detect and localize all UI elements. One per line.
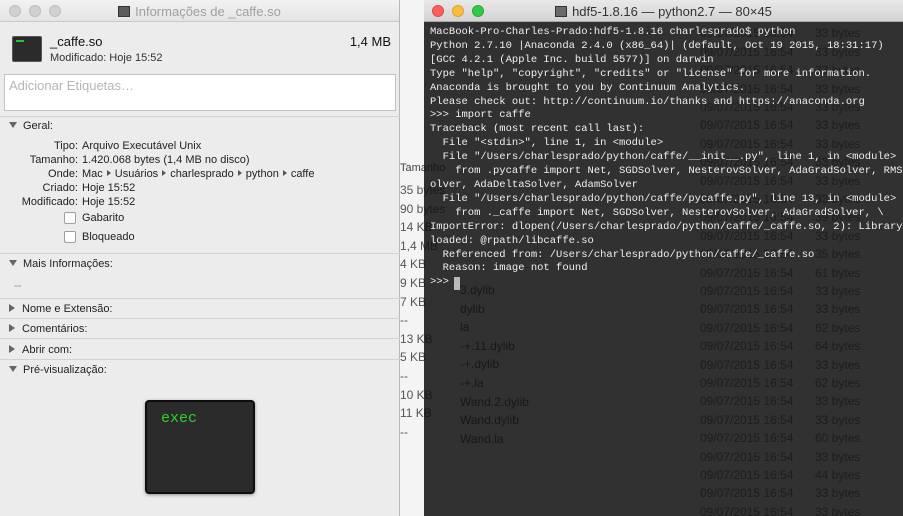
terminal-title-text: hdf5-1.8.16 — python2.7 — 80×45 [572,4,772,19]
criado-label: Criado: [42,182,78,194]
finder-cell: 4 KB [400,257,427,272]
disclosure-closed-icon[interactable] [9,304,15,312]
disclosure-open-icon[interactable] [9,366,17,372]
tamanho-label: Tamanho: [29,154,78,166]
terminal-line: Traceback (most recent call last): [430,123,645,136]
terminal-window[interactable]: hdf5-1.8.16 — python2.7 — 80×45 MacBook-… [424,0,903,516]
terminal-line: Python 2.7.10 |Anaconda 2.4.0 (x86_64)| … [430,39,884,52]
finder-cell: 7 KB [400,294,427,309]
finder-cell: 9 KB [400,276,427,290]
file-size: 1,4 MB [349,34,391,49]
terminal-titlebar[interactable]: hdf5-1.8.16 — python2.7 — 80×45 [424,0,903,22]
mais-value: -- [14,280,22,292]
section-comentarios-title: Comentários: [22,323,88,335]
section-mais-title: Mais Informações: [23,258,113,270]
tipo-value: Arquivo Executável Unix [82,140,202,152]
divider [0,318,400,319]
text-cursor [454,277,460,290]
disclosure-open-icon[interactable] [9,122,17,128]
section-abrir-title: Abrir com: [22,344,73,356]
window-title-text: Informações de _caffe.so [135,4,281,19]
terminal-line: File "/Users/charlesprado/python/caffe/p… [430,192,897,205]
gabarito-checkbox[interactable] [64,212,76,224]
gabarito-label[interactable]: Gabarito [82,212,124,224]
row-tamanho: Tamanho: 1.420.068 bytes (1,4 MB no disc… [0,154,400,168]
row-modificado: Modificado: Hoje 15:52 [0,196,400,210]
terminal-line: Reason: image not found [430,262,588,275]
terminal-line: ImportError: dlopen(/Users/charlesprado/… [430,220,903,233]
terminal-line: olver, AdaDeltaSolver, AdamSolver [430,178,638,191]
path-item[interactable]: charlesprado [170,168,234,180]
chevron-right-icon [237,170,242,176]
terminal-output[interactable]: MacBook-Pro-Charles-Prado:hdf5-1.8.16 ch… [430,26,903,290]
disclosure-closed-icon[interactable] [9,324,15,332]
terminal-line: File "<stdin>", line 1, in <module> [430,137,664,150]
terminal-line: MacBook-Pro-Charles-Prado:hdf5-1.8.16 ch… [430,26,796,38]
finder-cell: -- [400,424,408,439]
terminal-line: Please check out: http://continuum.io/th… [430,95,865,108]
divider [0,338,400,339]
terminal-line: from .pycaffe import Net, SGDSolver, Nes… [430,165,903,178]
terminal-line: Anaconda is brought to you by Continuum … [430,81,746,94]
info-titlebar[interactable]: Informações de _caffe.so [0,0,399,22]
divider [0,116,400,117]
section-nome-title: Nome e Extensão: [22,303,113,315]
divider [0,298,400,299]
bloqueado-label[interactable]: Bloqueado [82,231,135,243]
criado-value: Hoje 15:52 [82,182,136,194]
path-item[interactable]: Usuários [115,168,158,180]
file-name: _caffe.so [50,34,103,49]
chevron-right-icon [106,170,111,176]
chevron-right-icon [162,170,167,176]
folder-icon [555,6,568,17]
modificado-value: Hoje 15:52 [82,196,136,208]
terminal-line: [GCC 4.2.1 (Apple Inc. build 5577)] on d… [430,53,714,66]
finder-cell: -- [400,369,408,383]
finder-cell: -- [400,313,408,328]
terminal-line: loaded: @rpath/libcaffe.so [430,234,594,247]
finder-cell: 5 KB [400,350,427,365]
path-item[interactable]: python [246,168,279,180]
terminal-line: >>> [430,276,456,289]
row-mais-value: -- [0,280,400,294]
divider [0,359,400,360]
chevron-right-icon [282,170,287,176]
terminal-line: Type "help", "copyright", "credits" or "… [430,67,872,80]
row-onde: Onde: Mac Usuários charlesprado python caffe [0,168,400,182]
preview-thumbnail: exec [145,400,255,494]
terminal-line: Referenced from: /Users/charlesprado/pyt… [430,248,815,261]
file-modified: Modificado: Hoje 15:52 [50,52,163,64]
tamanho-value: 1.420.068 bytes (1,4 MB no disco) [82,154,250,166]
disclosure-open-icon[interactable] [9,260,17,266]
divider [0,253,400,254]
terminal-file-icon [118,6,131,17]
bloqueado-checkbox[interactable] [64,231,76,243]
onde-label: Onde: [48,168,78,180]
path-item[interactable]: caffe [291,168,315,180]
row-tipo: Tipo: Arquivo Executável Unix [0,140,400,154]
path-breadcrumb: Mac Usuários charlesprado python caffe [82,168,314,180]
section-preview-title: Pré-visualização: [23,364,107,376]
info-window: Informações de _caffe.so _caffe.so 1,4 M… [0,0,400,516]
info-window-title: Informações de _caffe.so [0,4,399,19]
section-geral-title: Geral: [23,120,53,132]
terminal-line: File "/Users/charlesprado/python/caffe/_… [430,151,897,164]
path-item[interactable]: Mac [82,168,103,180]
preview-exec-text: exec [161,410,198,427]
terminal-line: >>> import caffe [430,109,531,122]
tipo-label: Tipo: [53,140,78,152]
tags-input[interactable]: Adicionar Etiquetas… [4,74,396,111]
exec-file-icon [12,36,42,62]
terminal-line: from ._caffe import Net, SGDSolver, Nest… [430,206,884,219]
terminal-title: hdf5-1.8.16 — python2.7 — 80×45 [424,4,903,19]
modificado-label: Modificado: [21,196,78,208]
row-criado: Criado: Hoje 15:52 [0,182,400,196]
disclosure-closed-icon[interactable] [9,345,15,353]
